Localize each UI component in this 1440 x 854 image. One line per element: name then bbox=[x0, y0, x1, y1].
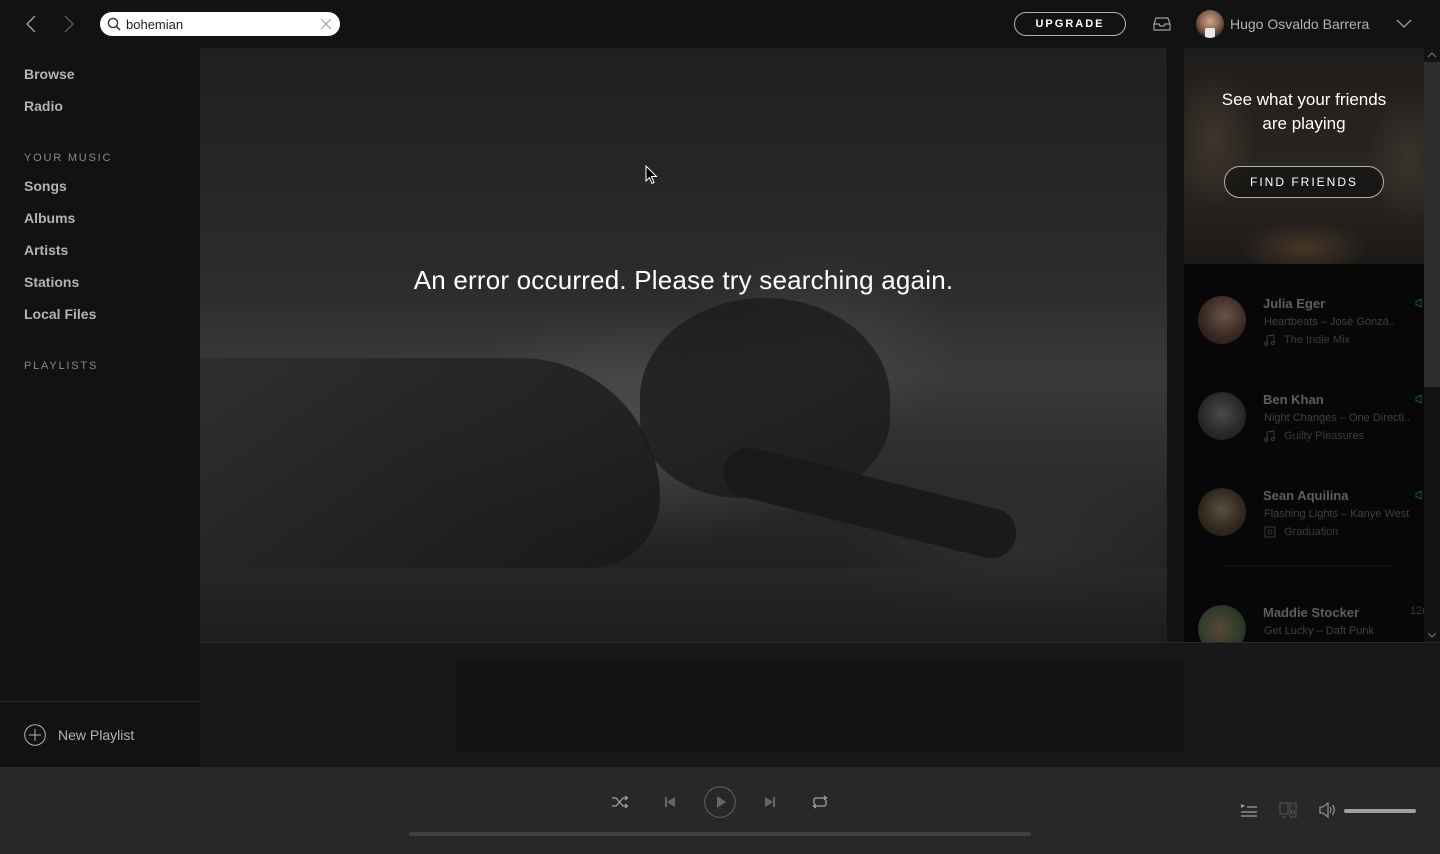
sidebar-item-radio[interactable]: Radio bbox=[24, 98, 63, 114]
sidebar-item-artists[interactable]: Artists bbox=[24, 242, 68, 258]
playlists-heading: PLAYLISTS bbox=[24, 360, 99, 372]
top-bar: UPGRADE Hugo Osvaldo Barrera bbox=[0, 0, 1440, 48]
scroll-up-icon[interactable] bbox=[1424, 48, 1440, 62]
inbox-button[interactable] bbox=[1152, 14, 1172, 34]
sidebar-item-local-files[interactable]: Local Files bbox=[24, 306, 96, 322]
spotify-app: UPGRADE Hugo Osvaldo Barrera Browse Radi… bbox=[0, 0, 1440, 854]
album-icon bbox=[1264, 526, 1276, 538]
user-menu[interactable]: Hugo Osvaldo Barrera bbox=[1196, 10, 1369, 38]
friend-context: Guilty Pleasures bbox=[1264, 430, 1364, 442]
friend-avatar bbox=[1198, 296, 1246, 344]
friend-item[interactable]: Ben Khan Night Changes – One Directi.. G… bbox=[1184, 392, 1424, 472]
friend-item[interactable]: Sean Aquilina Flashing Lights – Kanye We… bbox=[1184, 488, 1424, 568]
friends-scrollbar[interactable] bbox=[1424, 48, 1440, 642]
chevron-down-icon bbox=[1396, 19, 1412, 28]
background-image bbox=[200, 358, 660, 568]
repeat-icon bbox=[812, 795, 828, 809]
your-music-heading: YOUR MUSIC bbox=[24, 152, 113, 164]
friend-name: Julia Eger bbox=[1263, 296, 1326, 311]
play-button[interactable] bbox=[704, 786, 736, 818]
friends-promo: See what your friends are playing FIND F… bbox=[1184, 48, 1424, 264]
banner-area bbox=[200, 642, 1440, 767]
user-name: Hugo Osvaldo Barrera bbox=[1230, 16, 1370, 32]
error-message: An error occurred. Please try searching … bbox=[413, 265, 954, 295]
friend-track: Night Changes – One Directi.. bbox=[1264, 412, 1411, 424]
sidebar-item-stations[interactable]: Stations bbox=[24, 274, 79, 290]
friend-avatar bbox=[1198, 392, 1246, 440]
shuffle-button[interactable] bbox=[610, 793, 630, 811]
avatar bbox=[1196, 10, 1224, 38]
playlist-icon bbox=[1264, 334, 1275, 346]
sidebar: Browse Radio YOUR MUSIC Songs Albums Art… bbox=[0, 48, 200, 767]
sidebar-item-songs[interactable]: Songs bbox=[24, 178, 67, 194]
search-results-pane: An error occurred. Please try searching … bbox=[200, 48, 1167, 642]
back-button[interactable] bbox=[20, 12, 44, 36]
friend-name: Ben Khan bbox=[1263, 392, 1324, 407]
volume-icon bbox=[1319, 801, 1335, 819]
upgrade-button[interactable]: UPGRADE bbox=[1014, 12, 1126, 36]
player-bar bbox=[0, 767, 1440, 854]
chevron-left-icon bbox=[26, 15, 36, 33]
repeat-button[interactable] bbox=[810, 793, 830, 811]
friend-track: Heartbeats – José Gonzá.. bbox=[1264, 316, 1395, 328]
clear-search-icon[interactable] bbox=[320, 18, 332, 30]
shuffle-icon bbox=[612, 795, 629, 809]
search-icon bbox=[107, 17, 121, 31]
friend-item[interactable]: Maddie Stocker Get Lucky – Daft Punk 12m bbox=[1184, 605, 1431, 642]
friend-name: Sean Aquilina bbox=[1263, 488, 1349, 503]
friends-divider bbox=[1226, 565, 1392, 566]
devices-button[interactable] bbox=[1279, 801, 1297, 819]
forward-button[interactable] bbox=[56, 12, 80, 36]
previous-icon bbox=[665, 797, 675, 807]
pane-divider bbox=[1167, 48, 1184, 642]
queue-button[interactable] bbox=[1240, 802, 1258, 818]
volume-level bbox=[1344, 809, 1416, 813]
search-box[interactable] bbox=[100, 12, 340, 36]
friend-context: The Indie Mix bbox=[1264, 334, 1350, 346]
friend-track: Get Lucky – Daft Punk bbox=[1264, 625, 1375, 637]
queue-icon bbox=[1241, 804, 1257, 817]
user-menu-toggle[interactable] bbox=[1396, 16, 1412, 32]
scroll-thumb[interactable] bbox=[1424, 62, 1440, 387]
friend-avatar bbox=[1198, 488, 1246, 536]
friend-track: Flashing Lights – Kanye West bbox=[1264, 508, 1410, 520]
friends-promo-title: See what your friends are playing bbox=[1221, 90, 1387, 133]
next-icon bbox=[765, 797, 775, 807]
playback-progress-bar[interactable] bbox=[409, 832, 1031, 836]
volume-slider[interactable] bbox=[1344, 809, 1416, 813]
search-input[interactable] bbox=[126, 15, 312, 33]
sidebar-item-albums[interactable]: Albums bbox=[24, 210, 75, 226]
new-playlist-label: New Playlist bbox=[58, 726, 135, 743]
friend-avatar bbox=[1198, 605, 1246, 642]
friend-name: Maddie Stocker bbox=[1263, 605, 1360, 620]
sidebar-item-browse[interactable]: Browse bbox=[24, 66, 75, 82]
friend-activity-panel: See what your friends are playing FIND F… bbox=[1184, 48, 1440, 642]
inbox-icon bbox=[1153, 17, 1171, 31]
new-playlist-button[interactable]: New Playlist bbox=[0, 701, 200, 767]
next-button[interactable] bbox=[762, 794, 778, 810]
previous-button[interactable] bbox=[662, 794, 678, 810]
chevron-right-icon bbox=[64, 15, 74, 33]
background-image bbox=[200, 568, 1167, 642]
ad-slot bbox=[456, 661, 1184, 751]
friend-context: Graduation bbox=[1264, 526, 1338, 538]
play-icon bbox=[704, 786, 736, 818]
devices-icon bbox=[1279, 802, 1297, 818]
scroll-down-icon[interactable] bbox=[1424, 628, 1440, 642]
playlist-icon bbox=[1264, 430, 1275, 442]
plus-circle-icon bbox=[24, 723, 46, 746]
friend-item[interactable]: Julia Eger Heartbeats – José Gonzá.. The… bbox=[1184, 296, 1424, 376]
find-friends-button[interactable]: FIND FRIENDS bbox=[1224, 166, 1384, 198]
mute-button[interactable] bbox=[1319, 801, 1337, 819]
